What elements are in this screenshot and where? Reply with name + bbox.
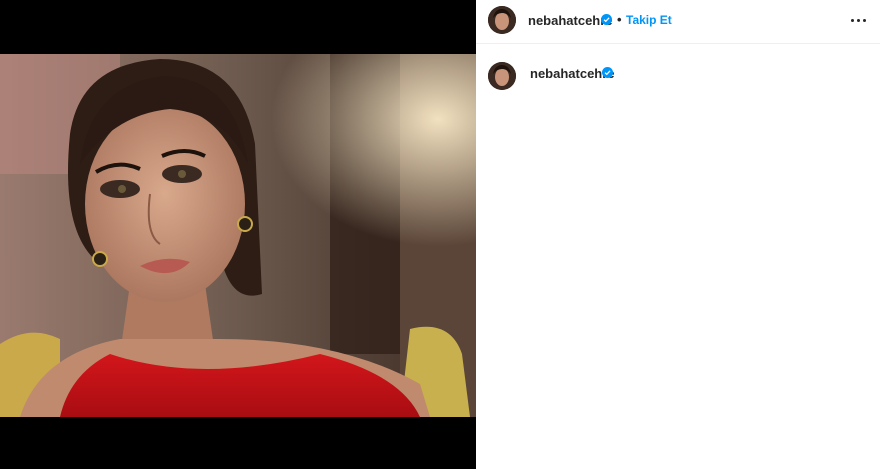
post-header: nebahatcehre • Takip Et: [476, 0, 880, 44]
post-username[interactable]: nebahatcehre: [528, 13, 613, 28]
caption-avatar[interactable]: [488, 62, 516, 90]
separator-dot: •: [617, 12, 622, 27]
avatar-image: [488, 6, 516, 34]
caption: nebahatcehre: [476, 56, 880, 96]
follow-button[interactable]: Takip Et: [626, 13, 672, 27]
caption-avatar-image: [488, 62, 516, 90]
post-media[interactable]: [0, 0, 476, 469]
verified-badge-icon: [602, 67, 613, 78]
avatar[interactable]: [488, 6, 516, 34]
verified-badge-icon: [601, 14, 612, 25]
post-panel: nebahatcehre • Takip Et nebahatcehre: [476, 0, 880, 469]
post-photo-illustration: [0, 54, 476, 417]
post-image: [0, 54, 476, 417]
more-options-icon[interactable]: [848, 12, 868, 28]
